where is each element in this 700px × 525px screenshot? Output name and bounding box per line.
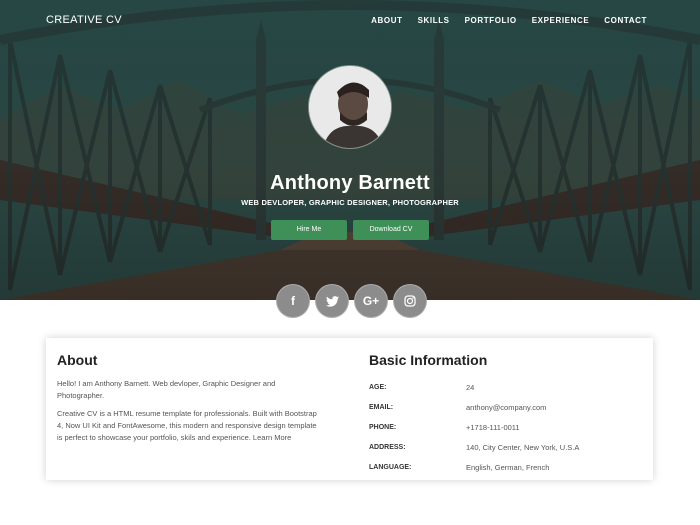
top-navbar: Creative CV About Skills Portfolio Exper…	[0, 0, 700, 44]
info-value: English, German, French	[466, 462, 550, 472]
nav-link-portfolio[interactable]: Portfolio	[465, 16, 517, 25]
info-label: Phone:	[369, 423, 397, 431]
about-paragraph-1: Hello! I am Anthony Barnett. Web devlope…	[57, 379, 276, 400]
nav-link-about[interactable]: About	[371, 16, 402, 25]
info-row-address: Address: 140, City Center, New York, U.S…	[369, 437, 639, 457]
nav-link-skills[interactable]: Skills	[418, 16, 450, 25]
info-label: Email:	[369, 403, 394, 411]
info-value: +1718-111-0011	[466, 422, 520, 432]
info-label: Address:	[369, 443, 406, 451]
instagram-icon[interactable]	[393, 284, 427, 318]
info-value: anthony@company.com	[466, 402, 547, 412]
about-title: About	[57, 352, 98, 368]
facebook-icon[interactable]: f	[276, 284, 310, 318]
instagram-camera-icon	[404, 295, 416, 307]
info-label: Language:	[369, 463, 412, 471]
hire-me-button[interactable]: Hire Me	[271, 220, 347, 240]
about-paragraph-2: Creative CV is a HTML resume template fo…	[57, 409, 317, 442]
info-label: Age:	[369, 383, 387, 391]
download-cv-button[interactable]: Download CV	[353, 220, 429, 240]
hero-overlay	[0, 0, 700, 300]
social-links: f G+	[276, 284, 432, 318]
basic-info-title: Basic Information	[369, 352, 488, 368]
google-plus-icon[interactable]: G+	[354, 284, 388, 318]
nav-link-experience[interactable]: Experience	[532, 16, 590, 25]
hero-section: Creative CV About Skills Portfolio Exper…	[0, 0, 700, 300]
info-row-age: Age: 24	[369, 377, 639, 397]
about-section: About Hello! I am Anthony Barnett. Web d…	[57, 352, 322, 450]
twitter-bird-icon	[325, 295, 339, 307]
twitter-icon[interactable]	[315, 284, 349, 318]
info-row-phone: Phone: +1718-111-0011	[369, 417, 639, 437]
profile-photo	[309, 66, 391, 148]
profile-name: Anthony Barnett	[270, 172, 430, 194]
nav-link-contact[interactable]: Contact	[604, 16, 647, 25]
profile-avatar	[309, 66, 391, 148]
info-value: 140, City Center, New York, U.S.A	[466, 442, 580, 452]
brand-logo-text[interactable]: Creative CV	[46, 14, 122, 26]
about-card: About Hello! I am Anthony Barnett. Web d…	[46, 338, 653, 480]
nav-links: About Skills Portfolio Experience Contac…	[356, 16, 647, 25]
info-value: 24	[466, 382, 475, 392]
info-row-language: Language: English, German, French	[369, 457, 639, 477]
profile-subtitle: Web Devloper, Graphic Designer, Photogra…	[241, 198, 459, 207]
info-row-email: Email: anthony@company.com	[369, 397, 639, 417]
basic-info-section: Basic Information Age: 24 Email: anthony…	[369, 352, 639, 477]
